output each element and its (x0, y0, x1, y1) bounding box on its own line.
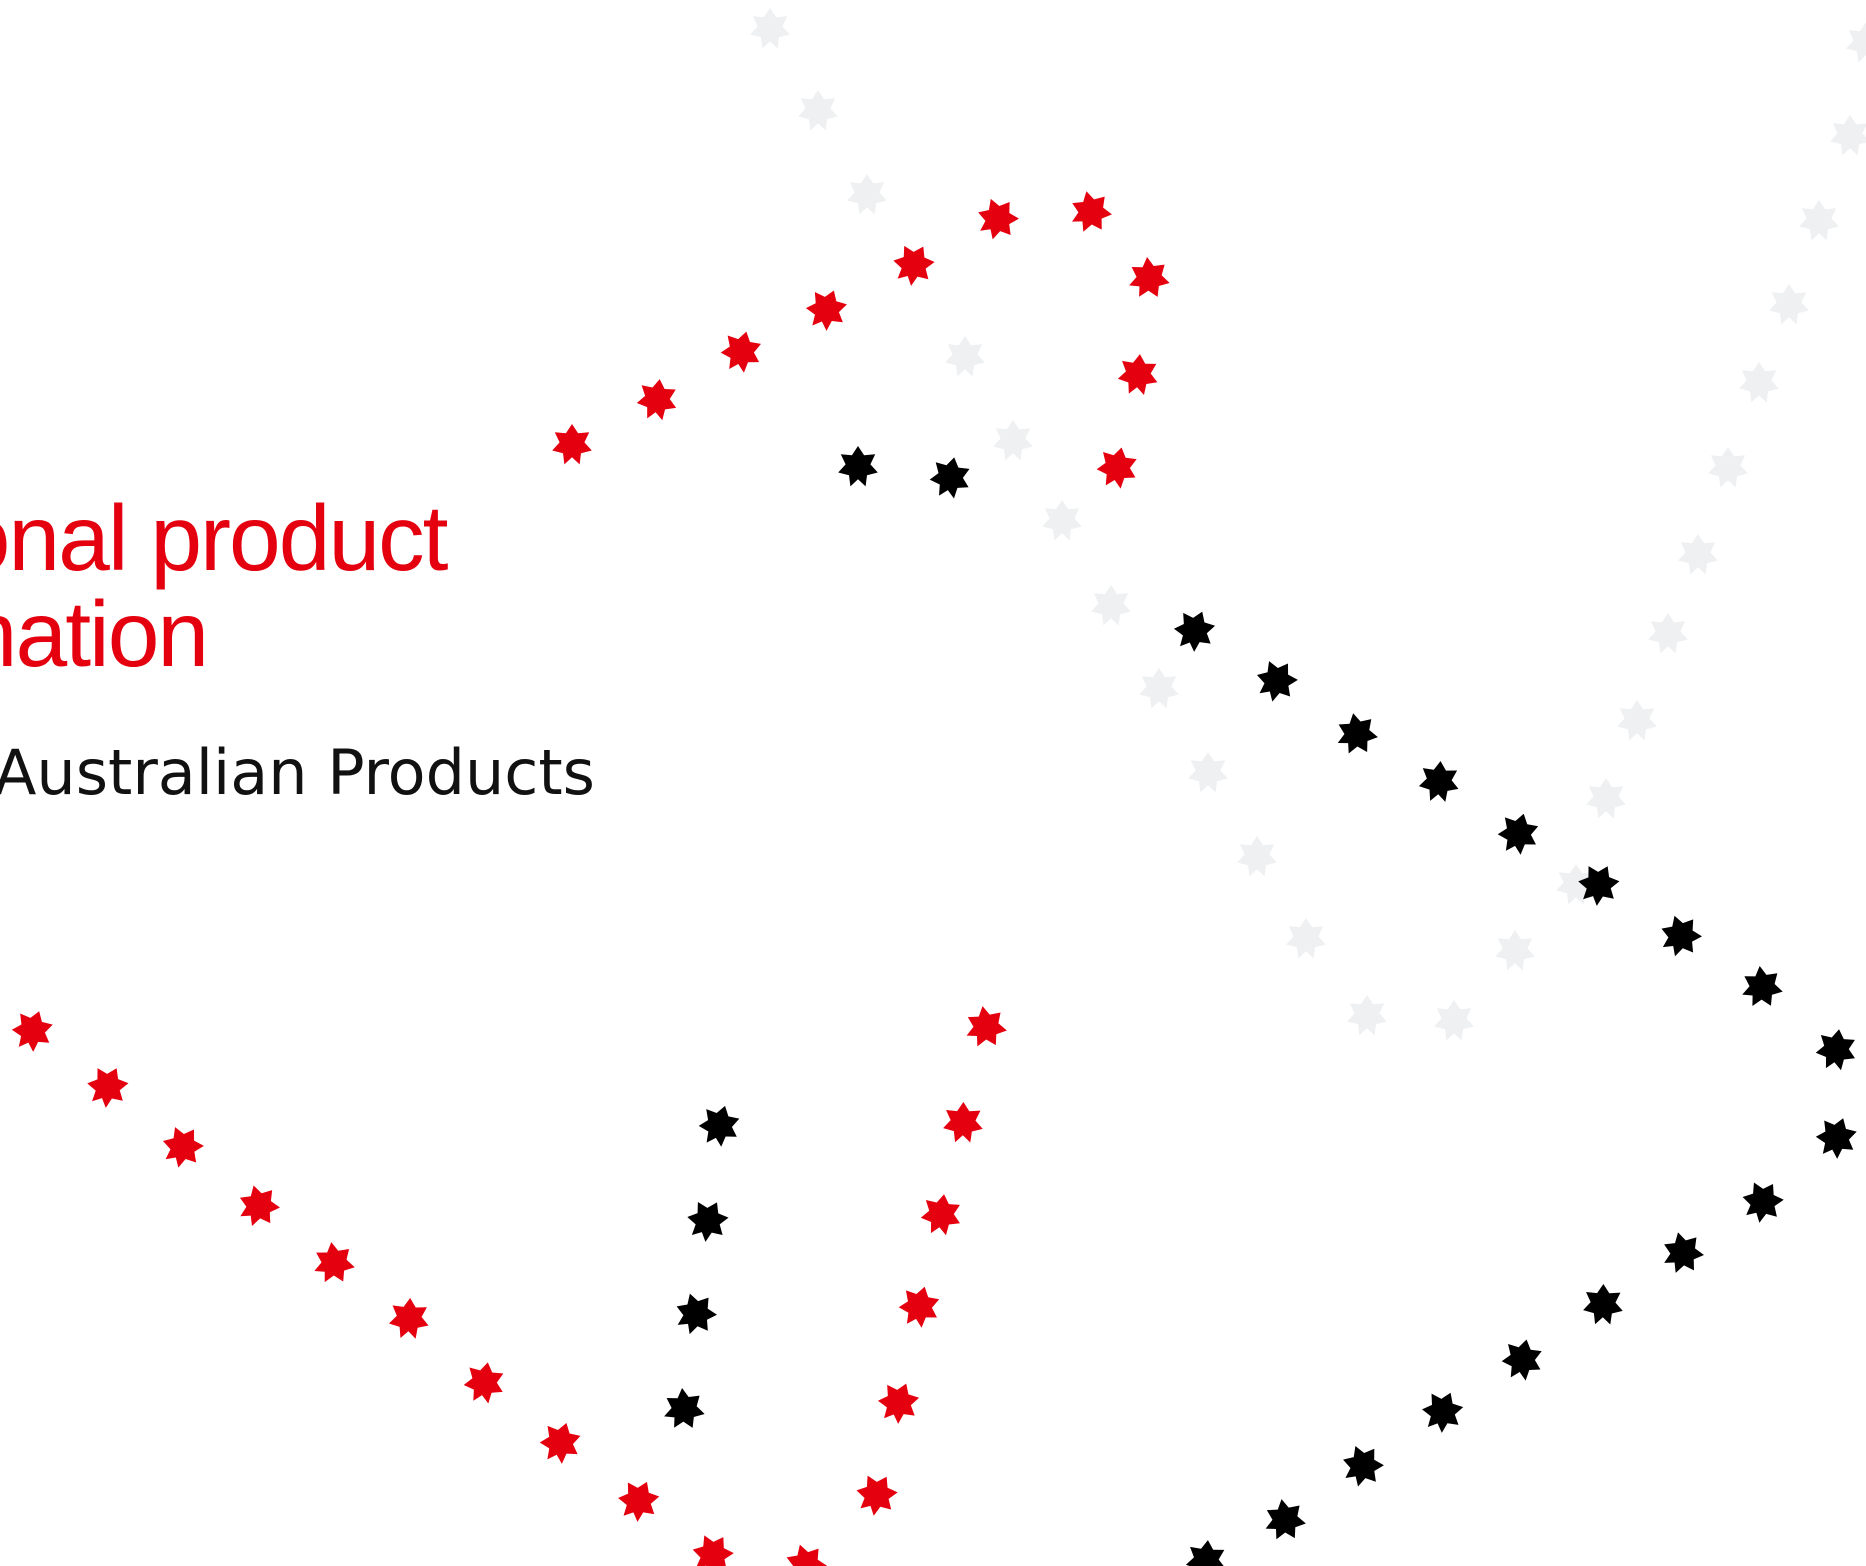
title-line-1: ional product (0, 486, 449, 590)
black-star-icon (1256, 1491, 1314, 1549)
red-star-icon (872, 1376, 925, 1429)
page-title: ional product mation (0, 486, 449, 686)
black-star-icon (1811, 1111, 1862, 1163)
black-star-icon (681, 1193, 735, 1248)
red-star-icon (635, 376, 680, 422)
red-star-icon (778, 1536, 835, 1566)
subtitle: Australian Products (0, 736, 595, 809)
red-star-icon (1121, 249, 1178, 307)
faint-star-icon (1830, 115, 1866, 156)
faint-star-icon (1347, 995, 1387, 1036)
faint-star-icon (1648, 613, 1688, 654)
red-star-icon (1062, 183, 1120, 240)
red-star-icon (155, 1118, 211, 1175)
red-star-icon (895, 1281, 944, 1331)
faint-star-icon (1042, 500, 1082, 541)
red-star-icon (461, 1358, 508, 1406)
red-star-icon (81, 1059, 135, 1114)
black-star-trail (656, 446, 1862, 1566)
red-star-icon (388, 1296, 430, 1340)
faint-star-trail (750, 8, 1866, 1041)
faint-star-icon (993, 420, 1033, 461)
black-star-icon (668, 1285, 725, 1342)
faint-star-icon (1139, 668, 1179, 709)
faint-star-icon (1769, 284, 1809, 325)
red-star-icon (612, 1473, 666, 1527)
black-star-icon (1813, 1026, 1859, 1072)
faint-star-icon (1708, 447, 1748, 488)
red-star-trail (7, 183, 1178, 1566)
faint-star-icon (1799, 200, 1839, 241)
slide-page: ional product mation Australian Products (0, 0, 1866, 1566)
faint-star-icon (1586, 778, 1626, 819)
black-star-icon (1582, 1283, 1624, 1325)
red-star-icon (886, 237, 941, 292)
red-star-icon (7, 1004, 58, 1056)
black-star-icon (1735, 1174, 1791, 1229)
faint-star-icon (1678, 534, 1718, 575)
faint-star-icon (1286, 918, 1326, 959)
red-star-icon (535, 1417, 586, 1468)
faint-star-icon (1188, 752, 1228, 793)
red-star-icon (306, 1234, 363, 1292)
red-star-icon (849, 1467, 904, 1522)
black-star-icon (838, 446, 878, 487)
faint-star-icon (847, 174, 887, 215)
faint-star-icon (1495, 930, 1535, 971)
title-line-2: mation (0, 582, 209, 686)
black-star-icon (927, 453, 974, 501)
faint-star-icon (1617, 700, 1657, 741)
black-star-icon (694, 1100, 745, 1151)
black-star-icon (1328, 705, 1386, 762)
red-star-icon (717, 326, 766, 376)
faint-star-icon (798, 90, 838, 131)
red-star-icon (957, 998, 1015, 1056)
faint-star-icon (945, 336, 985, 377)
red-star-icon (918, 1191, 964, 1237)
red-star-icon (1116, 352, 1160, 397)
black-star-icon (1494, 808, 1543, 858)
red-star-icon (942, 1101, 984, 1143)
faint-star-icon (1846, 22, 1866, 63)
faint-star-icon (1091, 585, 1131, 626)
red-star-icon (552, 424, 592, 465)
faint-star-icon (1739, 362, 1779, 403)
red-star-icon (970, 190, 1026, 247)
black-star-icon (1335, 1437, 1391, 1494)
black-star-icon (1416, 1385, 1469, 1438)
black-star-icon (656, 1380, 713, 1438)
red-star-icon (685, 1526, 741, 1566)
black-star-icon (1653, 907, 1710, 964)
black-star-icon (1654, 1224, 1712, 1281)
black-star-icon (1417, 759, 1461, 803)
black-star-icon (1498, 1335, 1546, 1384)
red-star-icon (231, 1177, 288, 1234)
black-star-icon (1168, 604, 1221, 657)
black-star-icon (1249, 652, 1305, 709)
faint-star-icon (1434, 1000, 1474, 1041)
faint-star-icon (750, 8, 790, 49)
black-star-icon (1734, 958, 1791, 1016)
red-star-icon (800, 283, 853, 336)
black-star-icon (1184, 1538, 1228, 1566)
faint-star-icon (1237, 836, 1277, 877)
red-star-icon (1093, 443, 1141, 492)
